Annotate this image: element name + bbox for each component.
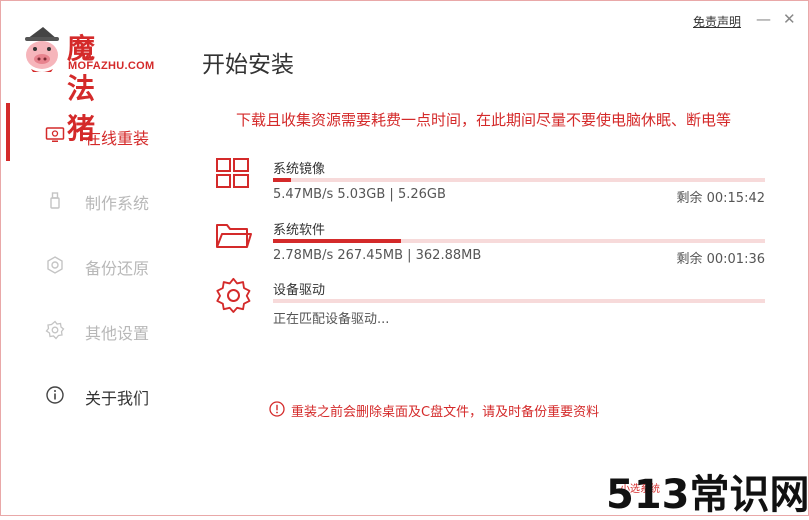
- monitor-icon: [45, 127, 65, 142]
- sidebar-item-about-us[interactable]: 关于我们: [1, 363, 201, 423]
- task-name: 系统软件: [273, 223, 326, 238]
- progress-bar: [273, 178, 765, 182]
- active-indicator: [6, 103, 10, 161]
- task-name: 设备驱动: [273, 283, 326, 298]
- brand-url: MOFAZHU.COM: [68, 60, 155, 72]
- usb-drive-icon: [50, 192, 60, 209]
- sidebar-item-make-system[interactable]: 制作系统: [1, 168, 201, 228]
- sidebar-item-label: 在线重装: [85, 129, 150, 148]
- task-system-software: 系统软件 2.78MB/s 267.45MB | 362.88MB 剩余 00:…: [213, 217, 773, 277]
- sidebar-item-label: 制作系统: [85, 194, 150, 213]
- gear-icon: [216, 277, 251, 313]
- gear-icon: [45, 320, 65, 340]
- progress-fill: [273, 239, 401, 243]
- sidebar-item-other-settings[interactable]: 其他设置: [1, 298, 201, 358]
- progress-bar: [273, 239, 765, 243]
- sidebar-item-online-reinstall[interactable]: 在线重装: [1, 103, 201, 163]
- disclaimer-link[interactable]: 免责声明: [693, 13, 741, 30]
- windows-icon: [216, 158, 249, 188]
- minimize-button[interactable]: —: [756, 11, 771, 27]
- info-icon: [46, 386, 64, 404]
- sidebar-item-label: 其他设置: [85, 324, 150, 343]
- task-system-image: 系统镜像 5.47MB/s 5.03GB | 5.26GB 剩余 00:15:4…: [213, 156, 773, 216]
- backup-icon: [47, 256, 63, 274]
- task-remaining: 剩余 00:15:42: [676, 191, 765, 206]
- sidebar-item-label: 备份还原: [85, 259, 150, 278]
- app-window: 魔法猪 MOFAZHU.COM 开始安装 免责声明 — ✕ 在线重装 制作系统: [0, 0, 809, 516]
- watermark: 513常识网: [606, 472, 809, 518]
- progress-bar: [273, 299, 765, 303]
- pig-mascot-icon: [25, 27, 59, 72]
- close-button[interactable]: ✕: [783, 11, 796, 27]
- warning-icon: [269, 401, 285, 417]
- backup-warning-text: 重装之前会删除桌面及C盘文件，请及时备份重要资料: [291, 405, 600, 420]
- task-remaining: 剩余 00:01:36: [676, 252, 765, 267]
- progress-fill: [273, 178, 292, 182]
- task-stats: 2.78MB/s 267.45MB | 362.88MB: [273, 248, 482, 263]
- folder-icon: [216, 224, 252, 248]
- task-name: 系统镜像: [273, 162, 326, 177]
- download-notice: 下载且收集资源需要耗费一点时间，在此期间尽量不要使电脑休眠、断电等: [236, 111, 732, 129]
- task-stats: 正在匹配设备驱动...: [273, 312, 390, 327]
- task-device-drivers: 设备驱动 正在匹配设备驱动...: [213, 277, 773, 337]
- page-title: 开始安装: [202, 52, 294, 78]
- sidebar-item-backup-restore[interactable]: 备份还原: [1, 233, 201, 293]
- task-stats: 5.47MB/s 5.03GB | 5.26GB: [273, 187, 446, 202]
- sidebar-item-label: 关于我们: [85, 389, 150, 408]
